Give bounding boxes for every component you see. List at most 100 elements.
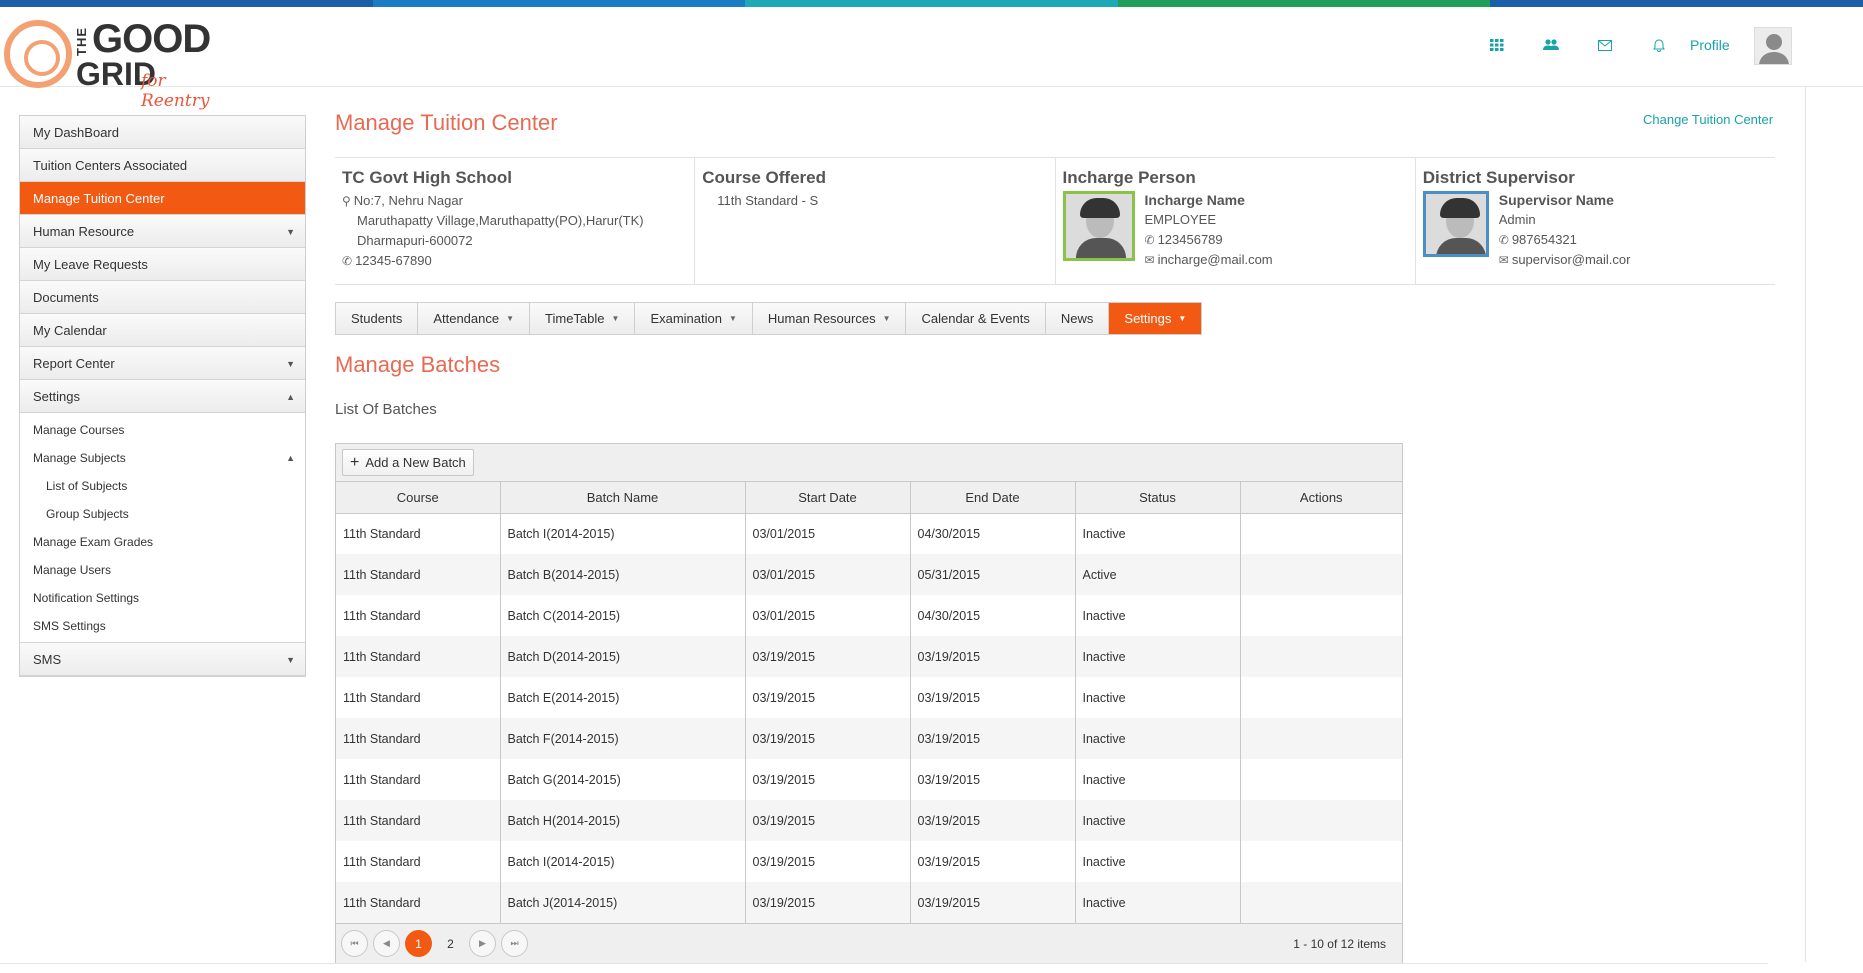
right-divider (1805, 87, 1806, 962)
tab-attendance[interactable]: Attendance ▼ (418, 303, 531, 334)
sidebar-item-label: Documents (33, 289, 99, 305)
batches-grid: + Add a New Batch Course Batch Name Star… (335, 443, 1403, 964)
sidebar-item-sms[interactable]: SMS ▼ (20, 643, 305, 676)
table-row[interactable]: 11th Standard Batch F(2014-2015) 03/19/201… (336, 718, 1402, 759)
tab-examination[interactable]: Examination ▼ (635, 303, 753, 334)
tab-calendar-events[interactable]: Calendar & Events (906, 303, 1046, 334)
table-cell-status: Inactive (1075, 513, 1241, 554)
table-cell-actions (1240, 677, 1402, 718)
phone-text: 987654321 (1511, 232, 1577, 247)
supervisor-name: Supervisor Name (1498, 192, 1614, 208)
table-row[interactable]: 11th Standard Batch I(2014-2015) 03/01/201… (336, 513, 1402, 554)
table-row[interactable]: 11th Standard Batch B(2014-2015) 03/01/201… (336, 554, 1402, 595)
add-batch-button[interactable]: + Add a New Batch (342, 449, 474, 476)
table-cell-end-date: 03/19/2015 (910, 882, 1076, 923)
table-row[interactable]: 11th Standard Batch G(2014-2015) 03/19/201… (336, 759, 1402, 800)
apps-grid-icon[interactable] (1470, 35, 1524, 55)
table-row[interactable]: 11th Standard Batch I(2014-2015) 03/19/201… (336, 841, 1402, 882)
phone-text: 12345-67890 (355, 253, 432, 268)
submenu-group-subjects[interactable]: Group Subjects (20, 500, 305, 528)
table-row[interactable]: 11th Standard Batch E(2014-2015) 03/19/201… (336, 677, 1402, 718)
profile-link[interactable]: Profile (1690, 37, 1730, 53)
sidebar-item-label: My Calendar (33, 322, 107, 338)
table-row[interactable]: 11th Standard Batch D(2014-2015) 03/19/201… (336, 636, 1402, 677)
caret-down-icon: ▼ (728, 314, 737, 323)
submenu-manage-exam-grades[interactable]: Manage Exam Grades (20, 528, 305, 556)
sidebar-item-settings[interactable]: Settings ▲ (20, 380, 305, 413)
table-cell-status: Inactive (1075, 636, 1241, 677)
incharge-phone: ✆ 123456789 (1145, 230, 1273, 250)
tab-students[interactable]: Students (336, 303, 419, 334)
submenu-list-of-subjects[interactable]: List of Subjects (20, 472, 305, 500)
submenu-manage-courses[interactable]: Manage Courses (20, 416, 305, 444)
table-cell-end-date: 03/19/2015 (910, 759, 1076, 800)
col-header-batch-name[interactable]: Batch Name (500, 482, 746, 514)
table-cell-actions (1240, 513, 1402, 554)
logo[interactable]: THE GOOD GRID for Reentry (4, 15, 234, 111)
last-page-icon[interactable]: ⏭ (501, 930, 528, 957)
submenu-sms-settings[interactable]: SMS Settings (20, 612, 305, 640)
next-page-icon[interactable]: ▶ (469, 930, 496, 957)
table-row[interactable]: 11th Standard Batch J(2014-2015) 03/19/201… (336, 882, 1402, 923)
table-cell-course: 11th Standard (336, 636, 501, 677)
supervisor-photo (1422, 191, 1489, 257)
change-tuition-center-link[interactable]: Change Tuition Center (1643, 112, 1773, 127)
tab-label: Settings (1124, 311, 1172, 326)
sidebar-item-leave-requests[interactable]: My Leave Requests (20, 248, 305, 281)
tab-news[interactable]: News (1045, 303, 1110, 334)
submenu-manage-subjects[interactable]: Manage Subjects ▲ (20, 444, 305, 472)
page-1-button[interactable]: 1 (405, 930, 432, 957)
col-header-start-date[interactable]: Start Date (745, 482, 911, 514)
submenu-label: Manage Subjects (33, 451, 126, 465)
logo-the: THE (74, 27, 89, 56)
table-row[interactable]: 11th Standard Batch C(2014-2015) 03/01/201… (336, 595, 1402, 636)
table-cell-end-date: 04/30/2015 (910, 595, 1076, 636)
tab-label: TimeTable (545, 311, 605, 326)
table-cell-course: 11th Standard (336, 759, 501, 800)
first-page-icon[interactable]: ⏮ (341, 930, 368, 957)
sidebar-item-tuition-centers[interactable]: Tuition Centers Associated (20, 149, 305, 182)
col-header-course[interactable]: Course (336, 482, 501, 514)
logo-good: GOOD (92, 17, 211, 61)
table-row[interactable]: 11th Standard Batch H(2014-2015) 03/19/201… (336, 800, 1402, 841)
page-2-button[interactable]: 2 (437, 930, 464, 957)
center-details: TC Govt High School ⚲ No:7, Nehru Nagar M… (335, 158, 696, 284)
course-heading: Course Offered (702, 168, 826, 187)
sidebar-item-calendar[interactable]: My Calendar (20, 314, 305, 347)
table-cell-status: Inactive (1075, 677, 1241, 718)
sidebar-item-label: SMS (33, 651, 62, 667)
sidebar-item-documents[interactable]: Documents (20, 281, 305, 314)
bell-icon[interactable] (1632, 35, 1686, 55)
sidebar-item-dashboard[interactable]: My DashBoard (20, 116, 305, 149)
user-avatar-icon[interactable] (1754, 27, 1792, 65)
tab-human-resources[interactable]: Human Resources ▼ (752, 303, 907, 334)
grid-toolbar: + Add a New Batch (336, 444, 1402, 482)
table-cell-start-date: 03/01/2015 (745, 595, 911, 636)
table-cell-start-date: 03/01/2015 (745, 554, 911, 595)
mail-icon[interactable] (1578, 35, 1632, 55)
users-icon[interactable] (1524, 35, 1578, 55)
prev-page-icon[interactable]: ◀ (373, 930, 400, 957)
sidebar-item-report-center[interactable]: Report Center ▼ (20, 347, 305, 380)
settings-submenu: Manage Courses Manage Subjects ▲ List of … (20, 413, 305, 643)
tab-settings[interactable]: Settings ▼ (1109, 303, 1202, 334)
caret-up-icon: ▲ (286, 453, 295, 463)
sidebar-item-manage-tuition-center[interactable]: Manage Tuition Center (20, 182, 305, 215)
incharge-name: Incharge Name (1144, 192, 1245, 208)
table-cell-batch-name: Batch G(2014-2015) (500, 759, 746, 800)
envelope-icon: ✉ (1144, 253, 1155, 267)
table-cell-start-date: 03/19/2015 (745, 677, 911, 718)
table-cell-end-date: 03/19/2015 (910, 677, 1076, 718)
submenu-manage-users[interactable]: Manage Users (20, 556, 305, 584)
table-cell-actions (1240, 595, 1402, 636)
phone-text: 123456789 (1157, 232, 1223, 247)
tab-label: Examination (650, 311, 722, 326)
col-header-end-date[interactable]: End Date (910, 482, 1076, 514)
table-cell-start-date: 03/19/2015 (745, 882, 911, 923)
col-header-status[interactable]: Status (1075, 482, 1241, 514)
table-cell-start-date: 03/19/2015 (745, 718, 911, 759)
phone-icon: ✆ (1498, 233, 1509, 247)
tab-timetable[interactable]: TimeTable ▼ (530, 303, 636, 334)
submenu-notification-settings[interactable]: Notification Settings (20, 584, 305, 612)
sidebar-item-human-resource[interactable]: Human Resource ▼ (20, 215, 305, 248)
